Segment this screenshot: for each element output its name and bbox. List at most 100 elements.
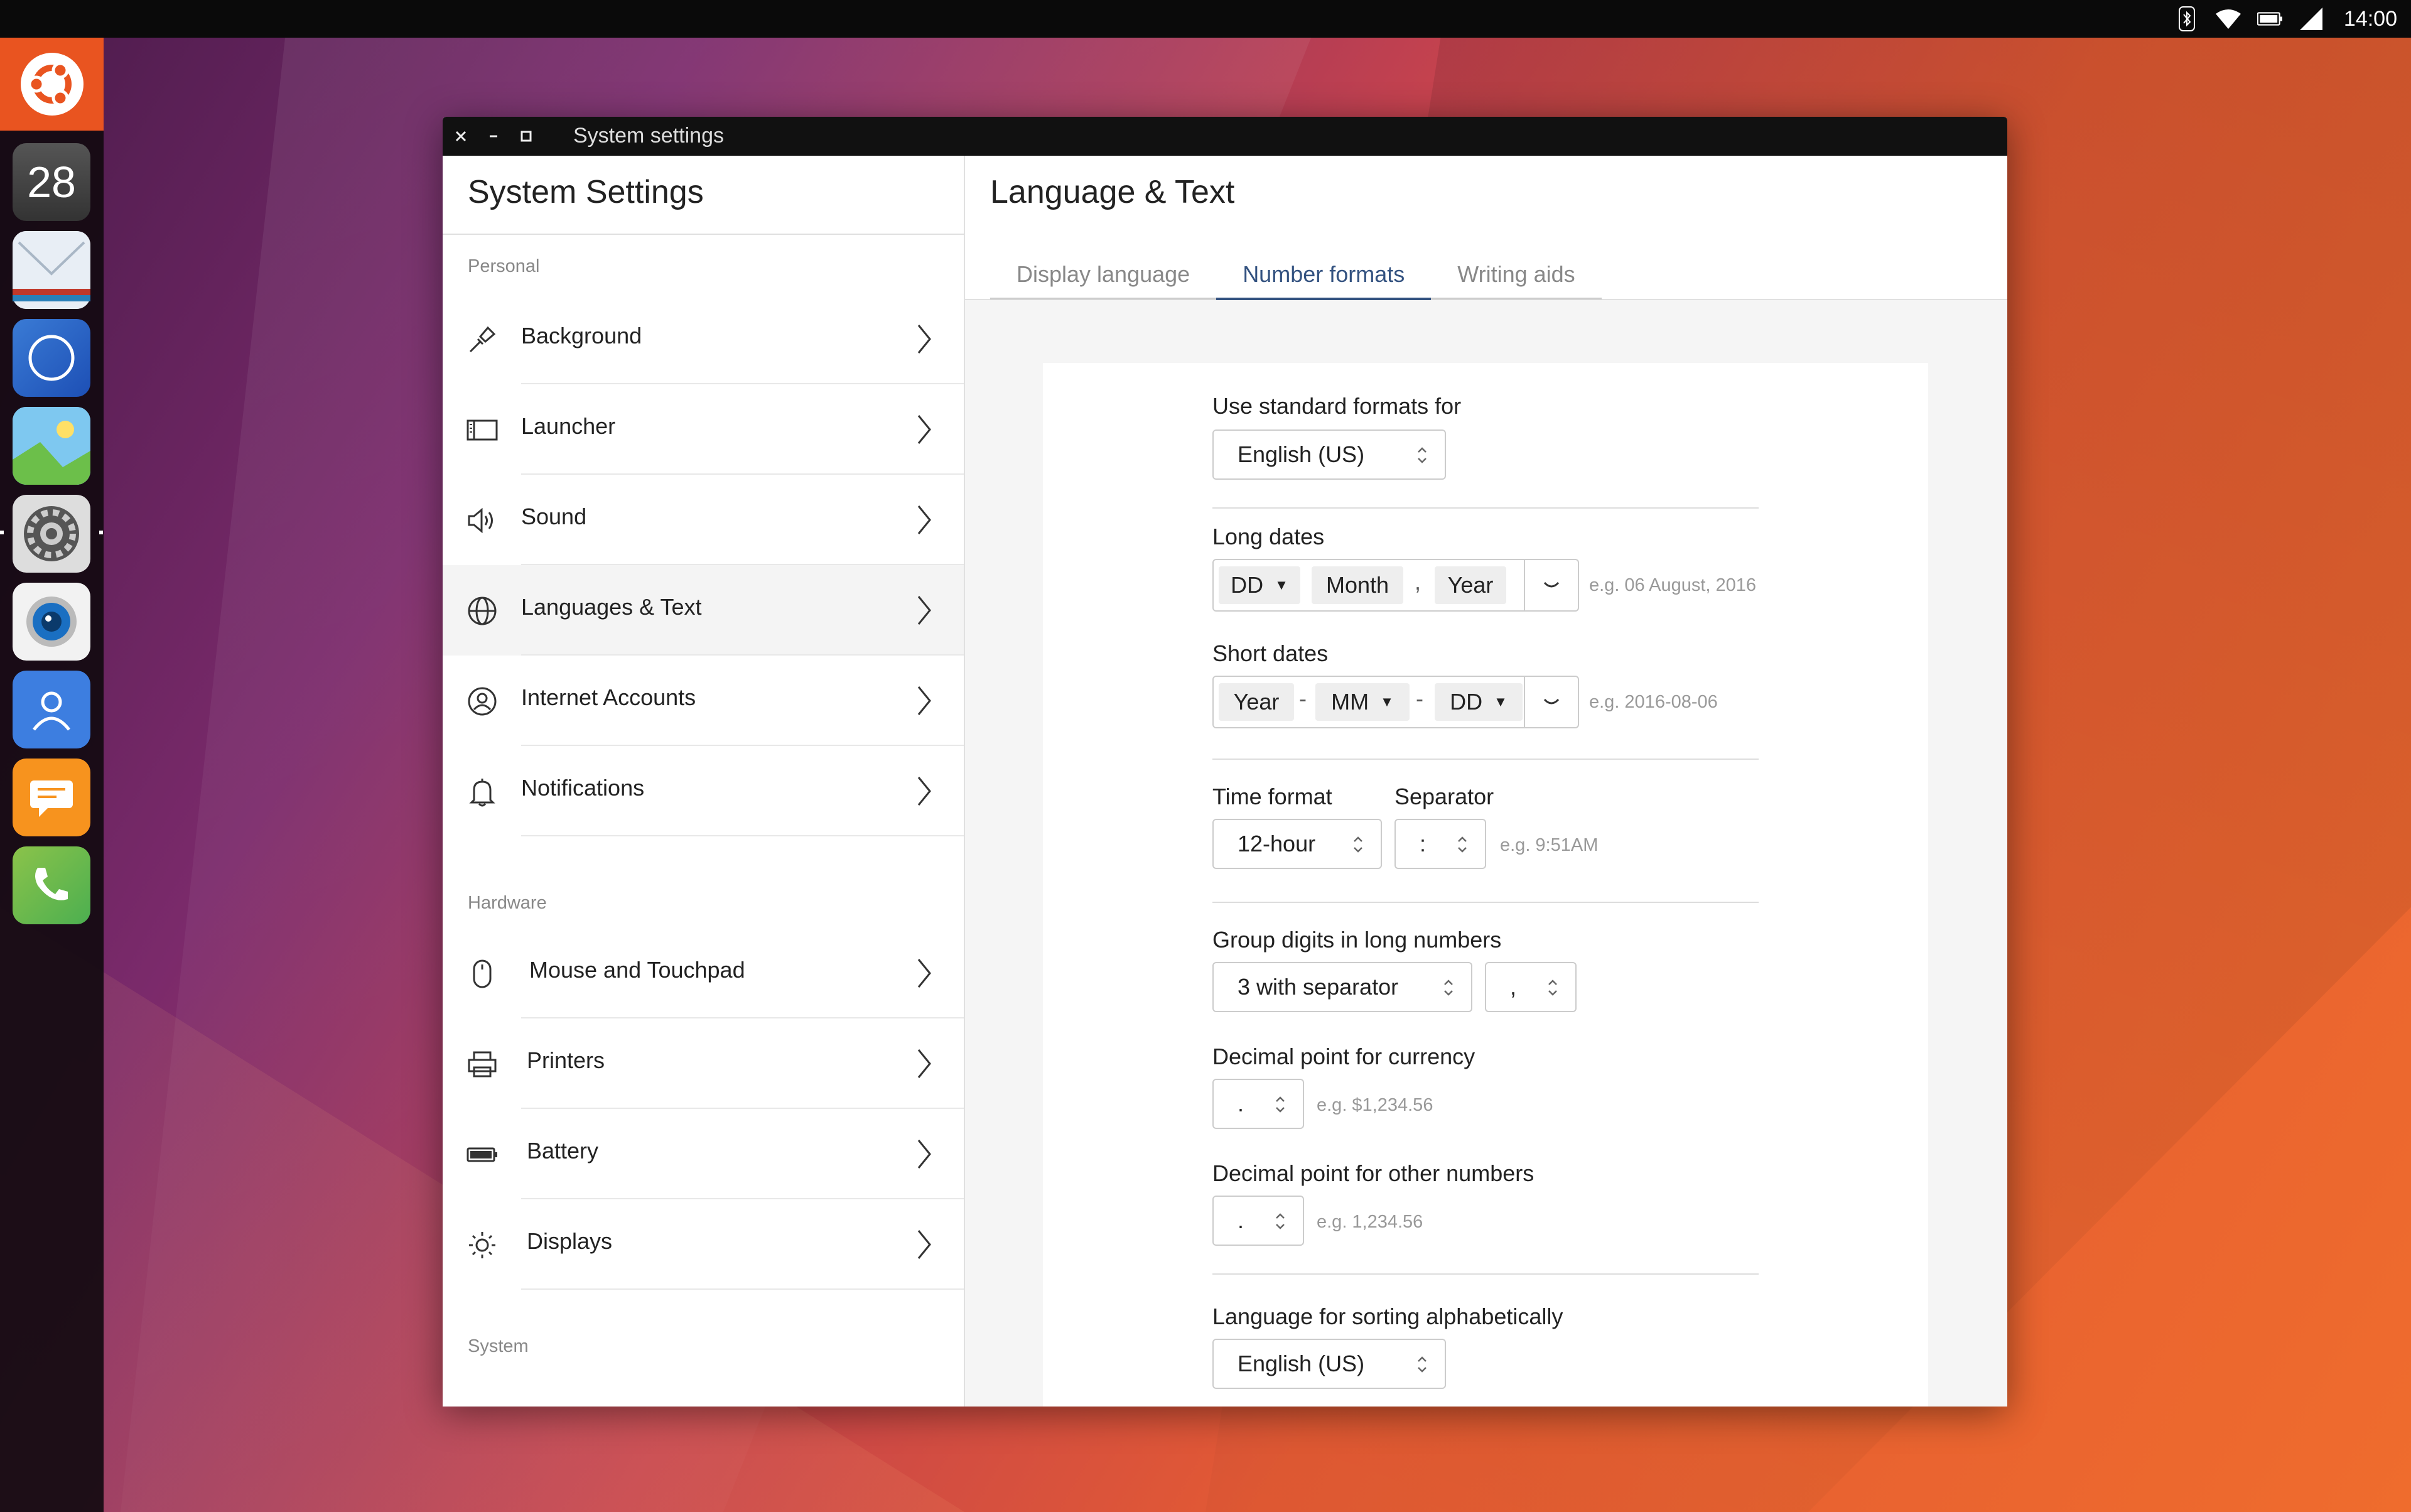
long-dates-picker[interactable]: DD ▼ Month , Year xyxy=(1212,559,1579,612)
wifi-icon[interactable] xyxy=(2215,6,2241,31)
calendar-icon[interactable]: 28 xyxy=(13,143,90,221)
chevron-right-icon xyxy=(915,323,934,355)
chevron-right-icon xyxy=(915,504,934,536)
sidebar-item-label: Displays xyxy=(527,1228,613,1254)
time-separator-select[interactable]: : xyxy=(1394,819,1486,869)
contacts-icon[interactable] xyxy=(13,671,90,748)
sidebar-item-label: Sound xyxy=(521,504,587,529)
launcher-icon xyxy=(467,414,498,446)
caret-down-icon: ▼ xyxy=(1494,694,1508,710)
sidebar-item-launcher[interactable]: Launcher xyxy=(443,384,964,475)
date-separator: , xyxy=(1415,569,1421,595)
chevron-right-icon xyxy=(915,1138,934,1170)
long-date-month-chip[interactable]: Month xyxy=(1312,566,1403,604)
long-dates-example: e.g. 06 August, 2016 xyxy=(1589,575,1757,595)
sidebar-item-sound[interactable]: Sound xyxy=(443,475,964,565)
number-formats-card: Use standard formats for English (US) Lo… xyxy=(1043,363,1928,1407)
battery-icon[interactable] xyxy=(2257,6,2282,31)
sidebar-item-displays[interactable]: Displays xyxy=(443,1199,964,1290)
settings-sidebar: System Settings Personal Background Laun… xyxy=(443,156,965,1407)
decimal-other-example: e.g. 1,234.56 xyxy=(1317,1212,1423,1232)
updown-icon xyxy=(1352,834,1364,855)
sidebar-item-notifications[interactable]: Notifications xyxy=(443,746,964,836)
sidebar-item-internet-accounts[interactable]: Internet Accounts xyxy=(443,656,964,746)
decimal-currency-select[interactable]: . xyxy=(1212,1079,1304,1129)
caret-down-icon: ▼ xyxy=(1275,577,1288,593)
system-settings-window: System settings System Settings Personal… xyxy=(443,117,2007,1407)
mouse-icon xyxy=(467,958,498,990)
group-digits-separator-select[interactable]: , xyxy=(1485,962,1577,1012)
standard-formats-label: Use standard formats for xyxy=(1212,393,1462,419)
indicator-area: 14:00 xyxy=(2174,0,2397,38)
sidebar-item-label: Printers xyxy=(527,1047,605,1073)
sidebar-item-label: Launcher xyxy=(521,413,616,439)
ubuntu-icon[interactable] xyxy=(0,38,104,131)
maximize-window-button[interactable] xyxy=(517,127,536,146)
decimal-currency-label: Decimal point for currency xyxy=(1212,1044,1475,1069)
section-label-personal: Personal xyxy=(468,256,540,276)
sidebar-item-label: Background xyxy=(521,323,642,348)
standard-formats-select[interactable]: English (US) xyxy=(1212,429,1446,480)
chevron-right-icon xyxy=(915,684,934,717)
long-date-year-chip[interactable]: Year xyxy=(1435,566,1506,604)
bluetooth-icon[interactable] xyxy=(2174,6,2199,31)
select-value: . xyxy=(1238,1207,1244,1233)
date-separator: - xyxy=(1416,686,1423,711)
signal-icon[interactable] xyxy=(2299,6,2324,31)
sidebar-item-label: Languages & Text xyxy=(521,594,702,620)
updown-icon xyxy=(1274,1094,1286,1115)
tab-number-formats[interactable]: Number formats xyxy=(1216,251,1432,300)
long-dates-dropdown-button[interactable] xyxy=(1524,560,1578,610)
decimal-other-select[interactable]: . xyxy=(1212,1196,1304,1246)
short-date-month-chip[interactable]: MM ▼ xyxy=(1315,683,1410,721)
short-date-year-chip[interactable]: Year xyxy=(1219,683,1294,721)
mail-icon[interactable] xyxy=(13,231,90,309)
updown-icon xyxy=(1416,1354,1428,1375)
chevron-right-icon xyxy=(915,1047,934,1080)
updown-icon xyxy=(1546,977,1559,998)
time-separator-label: Separator xyxy=(1394,784,1494,809)
short-dates-dropdown-button[interactable] xyxy=(1524,677,1578,727)
sidebar-item-printers[interactable]: Printers xyxy=(443,1018,964,1109)
paintbrush-icon xyxy=(467,324,498,355)
date-separator: - xyxy=(1299,686,1307,711)
sidebar-item-background[interactable]: Background xyxy=(443,294,964,384)
settings-icon[interactable] xyxy=(13,495,90,573)
titlebar: System settings xyxy=(443,117,2007,156)
tab-bar: Display language Number formats Writing … xyxy=(990,251,1602,300)
updown-icon xyxy=(1456,834,1469,855)
tab-writing-aids[interactable]: Writing aids xyxy=(1431,251,1602,300)
select-value: 3 with separator xyxy=(1238,974,1399,1000)
phone-icon[interactable] xyxy=(13,846,90,924)
sidebar-item-mouse-touchpad[interactable]: Mouse and Touchpad xyxy=(443,928,964,1018)
clock[interactable]: 14:00 xyxy=(2344,7,2397,31)
divider xyxy=(521,835,964,836)
select-value: , xyxy=(1510,974,1517,1000)
tab-display-language[interactable]: Display language xyxy=(990,251,1217,300)
close-window-button[interactable] xyxy=(451,127,470,146)
sidebar-item-label: Internet Accounts xyxy=(521,684,696,710)
short-date-day-chip[interactable]: DD ▼ xyxy=(1435,683,1523,721)
caret-down-icon: ▼ xyxy=(1380,694,1394,710)
gallery-icon[interactable] xyxy=(13,407,90,485)
time-format-select[interactable]: 12-hour xyxy=(1212,819,1382,869)
sidebar-title: System Settings xyxy=(468,174,704,210)
sidebar-item-battery[interactable]: Battery xyxy=(443,1109,964,1199)
launcher: 28 xyxy=(0,38,104,1512)
speaker-icon xyxy=(467,505,498,536)
sidebar-item-languages-text[interactable]: Languages & Text xyxy=(443,565,964,656)
group-digits-select[interactable]: 3 with separator xyxy=(1212,962,1472,1012)
messaging-icon[interactable] xyxy=(13,759,90,836)
section-label-system: System xyxy=(468,1336,529,1356)
short-dates-picker[interactable]: Year - MM ▼ - DD ▼ xyxy=(1212,676,1579,728)
short-dates-label: Short dates xyxy=(1212,640,1329,666)
sorting-language-select[interactable]: English (US) xyxy=(1212,1339,1446,1389)
time-format-label: Time format xyxy=(1212,784,1332,809)
browser-icon[interactable] xyxy=(13,319,90,397)
divider xyxy=(1212,759,1759,760)
minimize-window-button[interactable] xyxy=(484,127,503,146)
updown-icon xyxy=(1274,1211,1286,1232)
camera-icon[interactable] xyxy=(13,583,90,661)
long-date-day-chip[interactable]: DD ▼ xyxy=(1219,566,1300,604)
account-icon xyxy=(467,686,498,717)
